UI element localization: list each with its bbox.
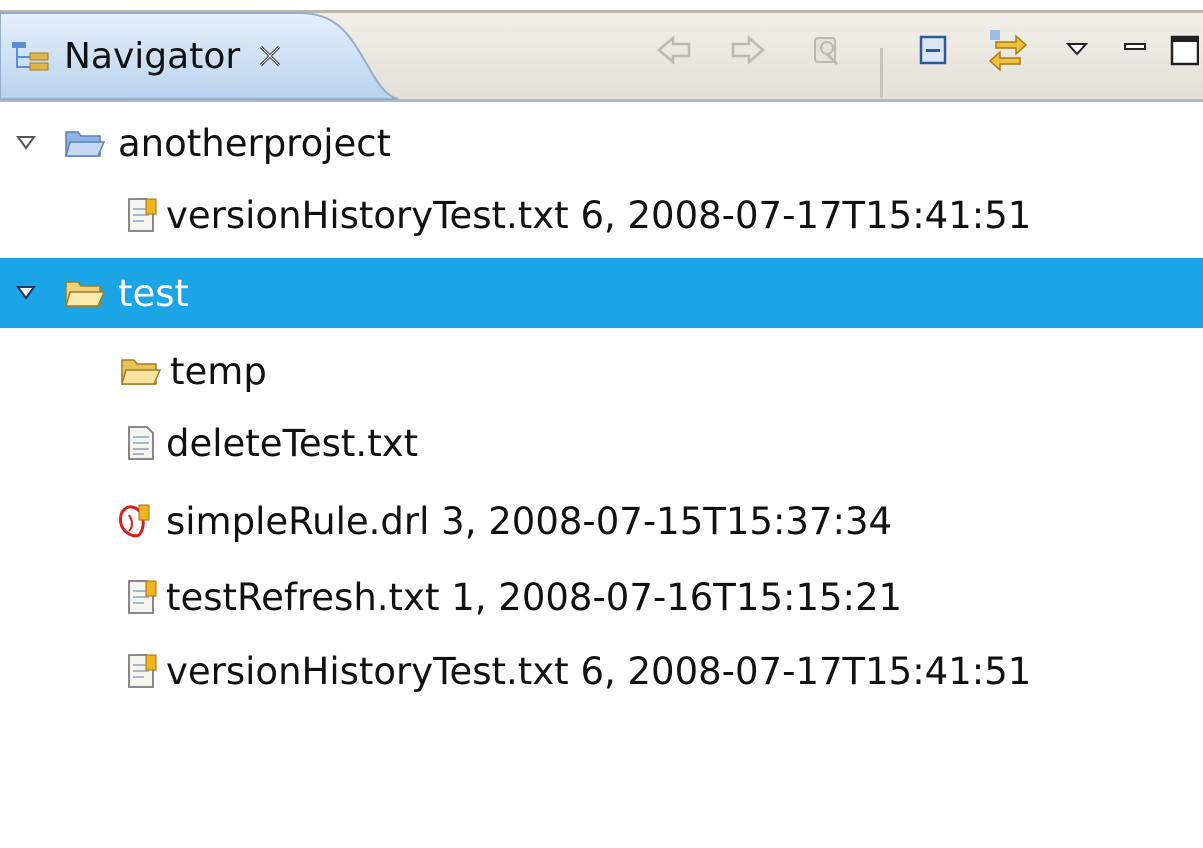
collapse-all-icon[interactable] xyxy=(908,22,958,78)
tree-item-temp[interactable]: temp xyxy=(0,336,1203,406)
open-project-icon xyxy=(62,121,108,165)
expand-toggle-icon[interactable] xyxy=(14,281,38,305)
tree-item-anotherproject[interactable]: anotherproject xyxy=(0,108,1203,178)
folder-icon xyxy=(118,349,164,393)
link-with-editor-icon[interactable] xyxy=(983,22,1033,78)
text-file-icon xyxy=(118,421,164,465)
tree-item-test[interactable]: test xyxy=(0,258,1203,328)
tree-item-label: test xyxy=(118,271,190,315)
open-project-icon xyxy=(62,271,108,315)
navigator-icon xyxy=(10,34,62,78)
versioned-file-icon xyxy=(118,649,164,693)
minimize-icon[interactable] xyxy=(1117,22,1153,78)
tree-item-label: simpleRule.drl 3, 2008-07-15T15:37:34 xyxy=(166,499,893,543)
tree-item-label: anotherproject xyxy=(118,121,392,165)
tree-item-versionhistorytest[interactable]: versionHistoryTest.txt 6, 2008-07-17T15:… xyxy=(0,636,1203,706)
view-menu-icon[interactable] xyxy=(1057,22,1097,78)
versioned-file-icon xyxy=(118,193,164,237)
tree-item-label: temp xyxy=(170,349,267,393)
tree-item-label: testRefresh.txt 1, 2008-07-16T15:15:21 xyxy=(166,575,903,619)
navigator-tab[interactable]: Navigator xyxy=(0,10,390,102)
versioned-file-icon xyxy=(118,575,164,619)
up-icon[interactable] xyxy=(802,22,852,78)
tree-item-label: versionHistoryTest.txt 6, 2008-07-17T15:… xyxy=(166,649,1032,693)
expand-toggle-icon[interactable] xyxy=(14,131,38,155)
tree-item-versionhistorytest[interactable]: versionHistoryTest.txt 6, 2008-07-17T15:… xyxy=(0,180,1203,250)
tree-item-simplerule[interactable]: simpleRule.drl 3, 2008-07-15T15:37:34 xyxy=(0,486,1203,556)
forward-icon[interactable] xyxy=(722,22,772,78)
view-title: Navigator xyxy=(64,35,241,77)
tree-item-label: versionHistoryTest.txt 6, 2008-07-17T15:… xyxy=(166,193,1032,237)
rule-file-icon xyxy=(112,499,158,543)
tree-item-label: deleteTest.txt xyxy=(166,421,419,465)
maximize-icon[interactable] xyxy=(1165,22,1203,78)
back-icon[interactable] xyxy=(650,22,700,78)
toolbar-separator xyxy=(880,48,883,98)
tree-item-deletetest[interactable]: deleteTest.txt xyxy=(0,408,1203,478)
tree-item-testrefresh[interactable]: testRefresh.txt 1, 2008-07-16T15:15:21 xyxy=(0,562,1203,632)
close-icon[interactable] xyxy=(256,42,284,70)
